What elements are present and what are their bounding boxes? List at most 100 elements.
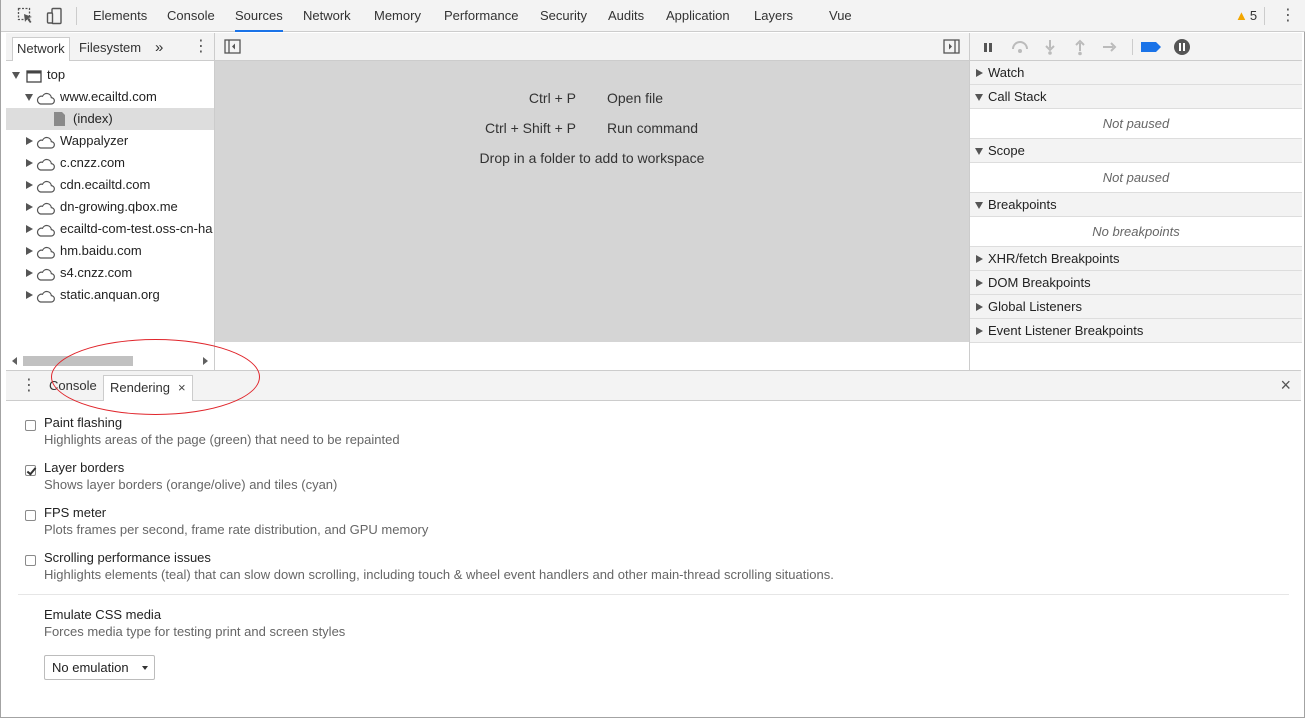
tree-item-file[interactable]: (index)	[6, 108, 214, 130]
expand-arrow-icon[interactable]	[26, 203, 33, 211]
expand-arrow-icon[interactable]	[26, 291, 33, 299]
editor-placeholder: Ctrl + P Open file Ctrl + Shift + P Run …	[215, 61, 969, 342]
expand-arrow-icon[interactable]	[976, 279, 983, 287]
section-event-listener-breakpoints[interactable]: Event Listener Breakpoints	[970, 319, 1302, 343]
tree-item-label: c.cnzz.com	[60, 155, 126, 170]
tab-filesystem[interactable]: Filesystem	[79, 37, 141, 61]
drawer-menu-icon[interactable]: ⋮	[21, 378, 37, 394]
expand-arrow-icon[interactable]	[26, 137, 33, 145]
section-xhr-breakpoints[interactable]: XHR/fetch Breakpoints	[970, 247, 1302, 271]
shortcut-keys: Ctrl + Shift + P	[484, 120, 576, 136]
tab-network[interactable]: Network	[303, 0, 351, 32]
tab-layers[interactable]: Layers	[754, 0, 793, 32]
tree-item-domain[interactable]: dn-growing.qbox.me	[6, 196, 214, 218]
checkbox[interactable]	[25, 420, 36, 431]
warning-count: 5	[1249, 8, 1258, 23]
checkbox[interactable]	[25, 555, 36, 566]
scrollbar-thumb[interactable]	[23, 356, 133, 366]
section-scope[interactable]: Scope	[970, 139, 1302, 163]
section-dom-breakpoints[interactable]: DOM Breakpoints	[970, 271, 1302, 295]
tree-item-domain[interactable]: static.anquan.org	[6, 284, 214, 306]
more-tabs-icon[interactable]: »	[155, 37, 163, 61]
tree-item-domain[interactable]: s4.cnzz.com	[6, 262, 214, 284]
tree-item-domain[interactable]: cdn.ecailtd.com	[6, 174, 214, 196]
scroll-left-icon[interactable]	[12, 357, 17, 365]
shortcut-action: Run command	[607, 120, 699, 136]
pause-on-exceptions-icon[interactable]	[1173, 38, 1193, 56]
editor-pane: Ctrl + P Open file Ctrl + Shift + P Run …	[215, 33, 969, 370]
section-call-stack[interactable]: Call Stack	[970, 85, 1302, 109]
device-toggle-icon[interactable]	[46, 7, 64, 25]
close-drawer-icon[interactable]: ×	[1280, 376, 1291, 394]
tab-security[interactable]: Security	[540, 0, 587, 32]
expand-arrow-icon[interactable]	[26, 225, 33, 233]
expand-arrow-icon[interactable]	[26, 269, 33, 277]
deactivate-breakpoints-icon[interactable]	[1140, 38, 1161, 56]
devtools-window: Elements Console Sources Network Memory …	[0, 0, 1305, 718]
expand-arrow-icon[interactable]	[26, 247, 33, 255]
section-breakpoints[interactable]: Breakpoints	[970, 193, 1302, 217]
toggle-navigator-icon[interactable]	[224, 39, 241, 57]
toggle-debugger-icon[interactable]	[943, 39, 960, 57]
expand-arrow-icon[interactable]	[976, 255, 983, 263]
tab-sources[interactable]: Sources	[235, 0, 283, 32]
tab-memory[interactable]: Memory	[374, 0, 421, 32]
tree-item-domain[interactable]: c.cnzz.com	[6, 152, 214, 174]
warning-counter[interactable]: ▲ 5	[1235, 0, 1257, 32]
tab-audits[interactable]: Audits	[608, 0, 644, 32]
section-watch[interactable]: Watch	[970, 61, 1302, 85]
checkbox-checked[interactable]	[25, 465, 36, 476]
tab-network-navigator[interactable]: Network	[12, 37, 70, 61]
tab-drawer-console[interactable]: Console	[49, 371, 97, 401]
tree-item-domain[interactable]: www.ecailtd.com	[6, 86, 214, 108]
expand-arrow-icon[interactable]	[26, 159, 33, 167]
debugger-sidebar: Watch Call Stack Not paused Scope Not pa…	[969, 33, 1302, 370]
step-icon[interactable]	[1101, 38, 1121, 56]
step-out-icon[interactable]	[1071, 38, 1091, 56]
section-title: Scope	[988, 143, 1025, 158]
close-tab-icon[interactable]: ×	[178, 380, 186, 395]
tab-vue[interactable]: Vue	[829, 0, 852, 32]
navigator-menu-icon[interactable]: ⋮	[193, 39, 209, 55]
expand-arrow-icon[interactable]	[976, 303, 983, 311]
collapse-arrow-icon[interactable]	[975, 94, 983, 101]
tree-item-top[interactable]: top	[6, 64, 214, 86]
editor-toolbar	[215, 33, 969, 61]
collapse-arrow-icon[interactable]	[975, 148, 983, 155]
collapse-arrow-icon[interactable]	[975, 202, 983, 209]
expand-arrow-icon[interactable]	[25, 94, 33, 101]
horizontal-scrollbar[interactable]	[6, 353, 214, 369]
tree-item-label: static.anquan.org	[60, 287, 160, 302]
tree-item-label: cdn.ecailtd.com	[60, 177, 151, 192]
drawer-tabbar: ⋮ Console Rendering × ×	[6, 370, 1301, 401]
scroll-right-icon[interactable]	[203, 357, 208, 365]
option-title: Paint flashing	[44, 415, 123, 430]
checkbox[interactable]	[25, 510, 36, 521]
tree-item-label: www.ecailtd.com	[60, 89, 157, 104]
inspect-icon[interactable]	[17, 7, 35, 25]
step-over-icon[interactable]	[1010, 38, 1030, 56]
more-menu-icon[interactable]: ⋮	[1280, 8, 1296, 24]
tab-application[interactable]: Application	[666, 0, 730, 32]
expand-arrow-icon[interactable]	[12, 72, 20, 79]
expand-arrow-icon[interactable]	[976, 327, 983, 335]
section-title: DOM Breakpoints	[988, 275, 1091, 290]
section-global-listeners[interactable]: Global Listeners	[970, 295, 1302, 319]
divider	[18, 594, 1289, 595]
option-description: Plots frames per second, frame rate dist…	[44, 522, 429, 537]
tab-label: Rendering	[110, 380, 170, 395]
pause-icon[interactable]	[979, 38, 999, 56]
tab-rendering[interactable]: Rendering ×	[103, 375, 193, 401]
tab-elements[interactable]: Elements	[93, 0, 147, 32]
section-title: Global Listeners	[988, 299, 1082, 314]
expand-arrow-icon[interactable]	[976, 69, 983, 77]
tab-console[interactable]: Console	[167, 0, 215, 32]
tree-item-domain[interactable]: Wappalyzer	[6, 130, 214, 152]
debugger-toolbar	[970, 33, 1302, 61]
media-type-select[interactable]: No emulation	[44, 655, 155, 680]
expand-arrow-icon[interactable]	[26, 181, 33, 189]
tab-performance[interactable]: Performance	[444, 0, 518, 32]
step-into-icon[interactable]	[1041, 38, 1061, 56]
tree-item-domain[interactable]: hm.baidu.com	[6, 240, 214, 262]
tree-item-domain[interactable]: ecailtd-com-test.oss-cn-ha	[6, 218, 214, 240]
